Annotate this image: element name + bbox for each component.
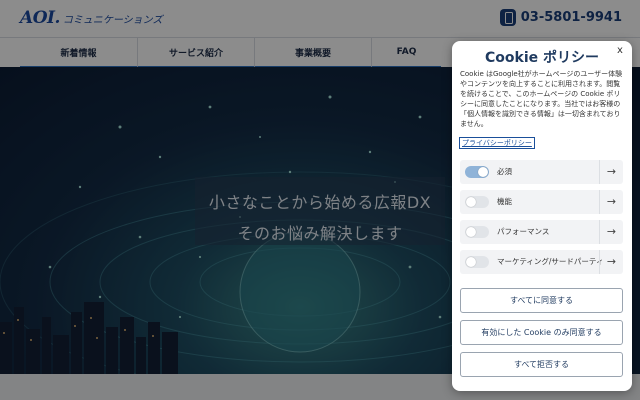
cookie-category-required: 必須 → — [460, 160, 623, 184]
functional-toggle[interactable] — [465, 196, 489, 208]
cookie-category-marketing: マーケティング/サードパーティ → — [460, 250, 623, 274]
reject-all-button[interactable]: すべて拒否する — [460, 352, 623, 377]
arrow-right-icon[interactable]: → — [599, 220, 623, 244]
cookie-category-performance: パフォーマンス → — [460, 220, 623, 244]
arrow-right-icon[interactable]: → — [599, 160, 623, 184]
marketing-toggle[interactable] — [465, 256, 489, 268]
accept-enabled-button[interactable]: 有効にした Cookie のみ同意する — [460, 320, 623, 345]
arrow-right-icon[interactable]: → — [599, 250, 623, 274]
arrow-right-icon[interactable]: → — [599, 190, 623, 214]
category-label: パフォーマンス — [497, 227, 550, 236]
category-label: 機能 — [497, 197, 512, 206]
toggle-knob — [478, 167, 488, 177]
performance-toggle[interactable] — [465, 226, 489, 238]
privacy-policy-link[interactable]: プライバシーポリシー — [459, 137, 535, 149]
category-label: マーケティング/サードパーティ — [497, 257, 604, 266]
toggle-knob — [466, 227, 476, 237]
cookie-policy-dialog: x Cookie ポリシー Cookie はGoogle社がホームページのユーザ… — [452, 41, 632, 391]
category-label: 必須 — [497, 167, 512, 176]
cookie-dialog-title: Cookie ポリシー — [485, 50, 599, 66]
required-toggle[interactable] — [465, 166, 489, 178]
cookie-category-functional: 機能 → — [460, 190, 623, 214]
toggle-knob — [466, 257, 476, 267]
toggle-knob — [466, 197, 476, 207]
accept-all-button[interactable]: すべてに同意する — [460, 288, 623, 313]
cookie-description: Cookie はGoogle社がホームページのユーザー体験やコンテンツを向上する… — [460, 70, 623, 128]
